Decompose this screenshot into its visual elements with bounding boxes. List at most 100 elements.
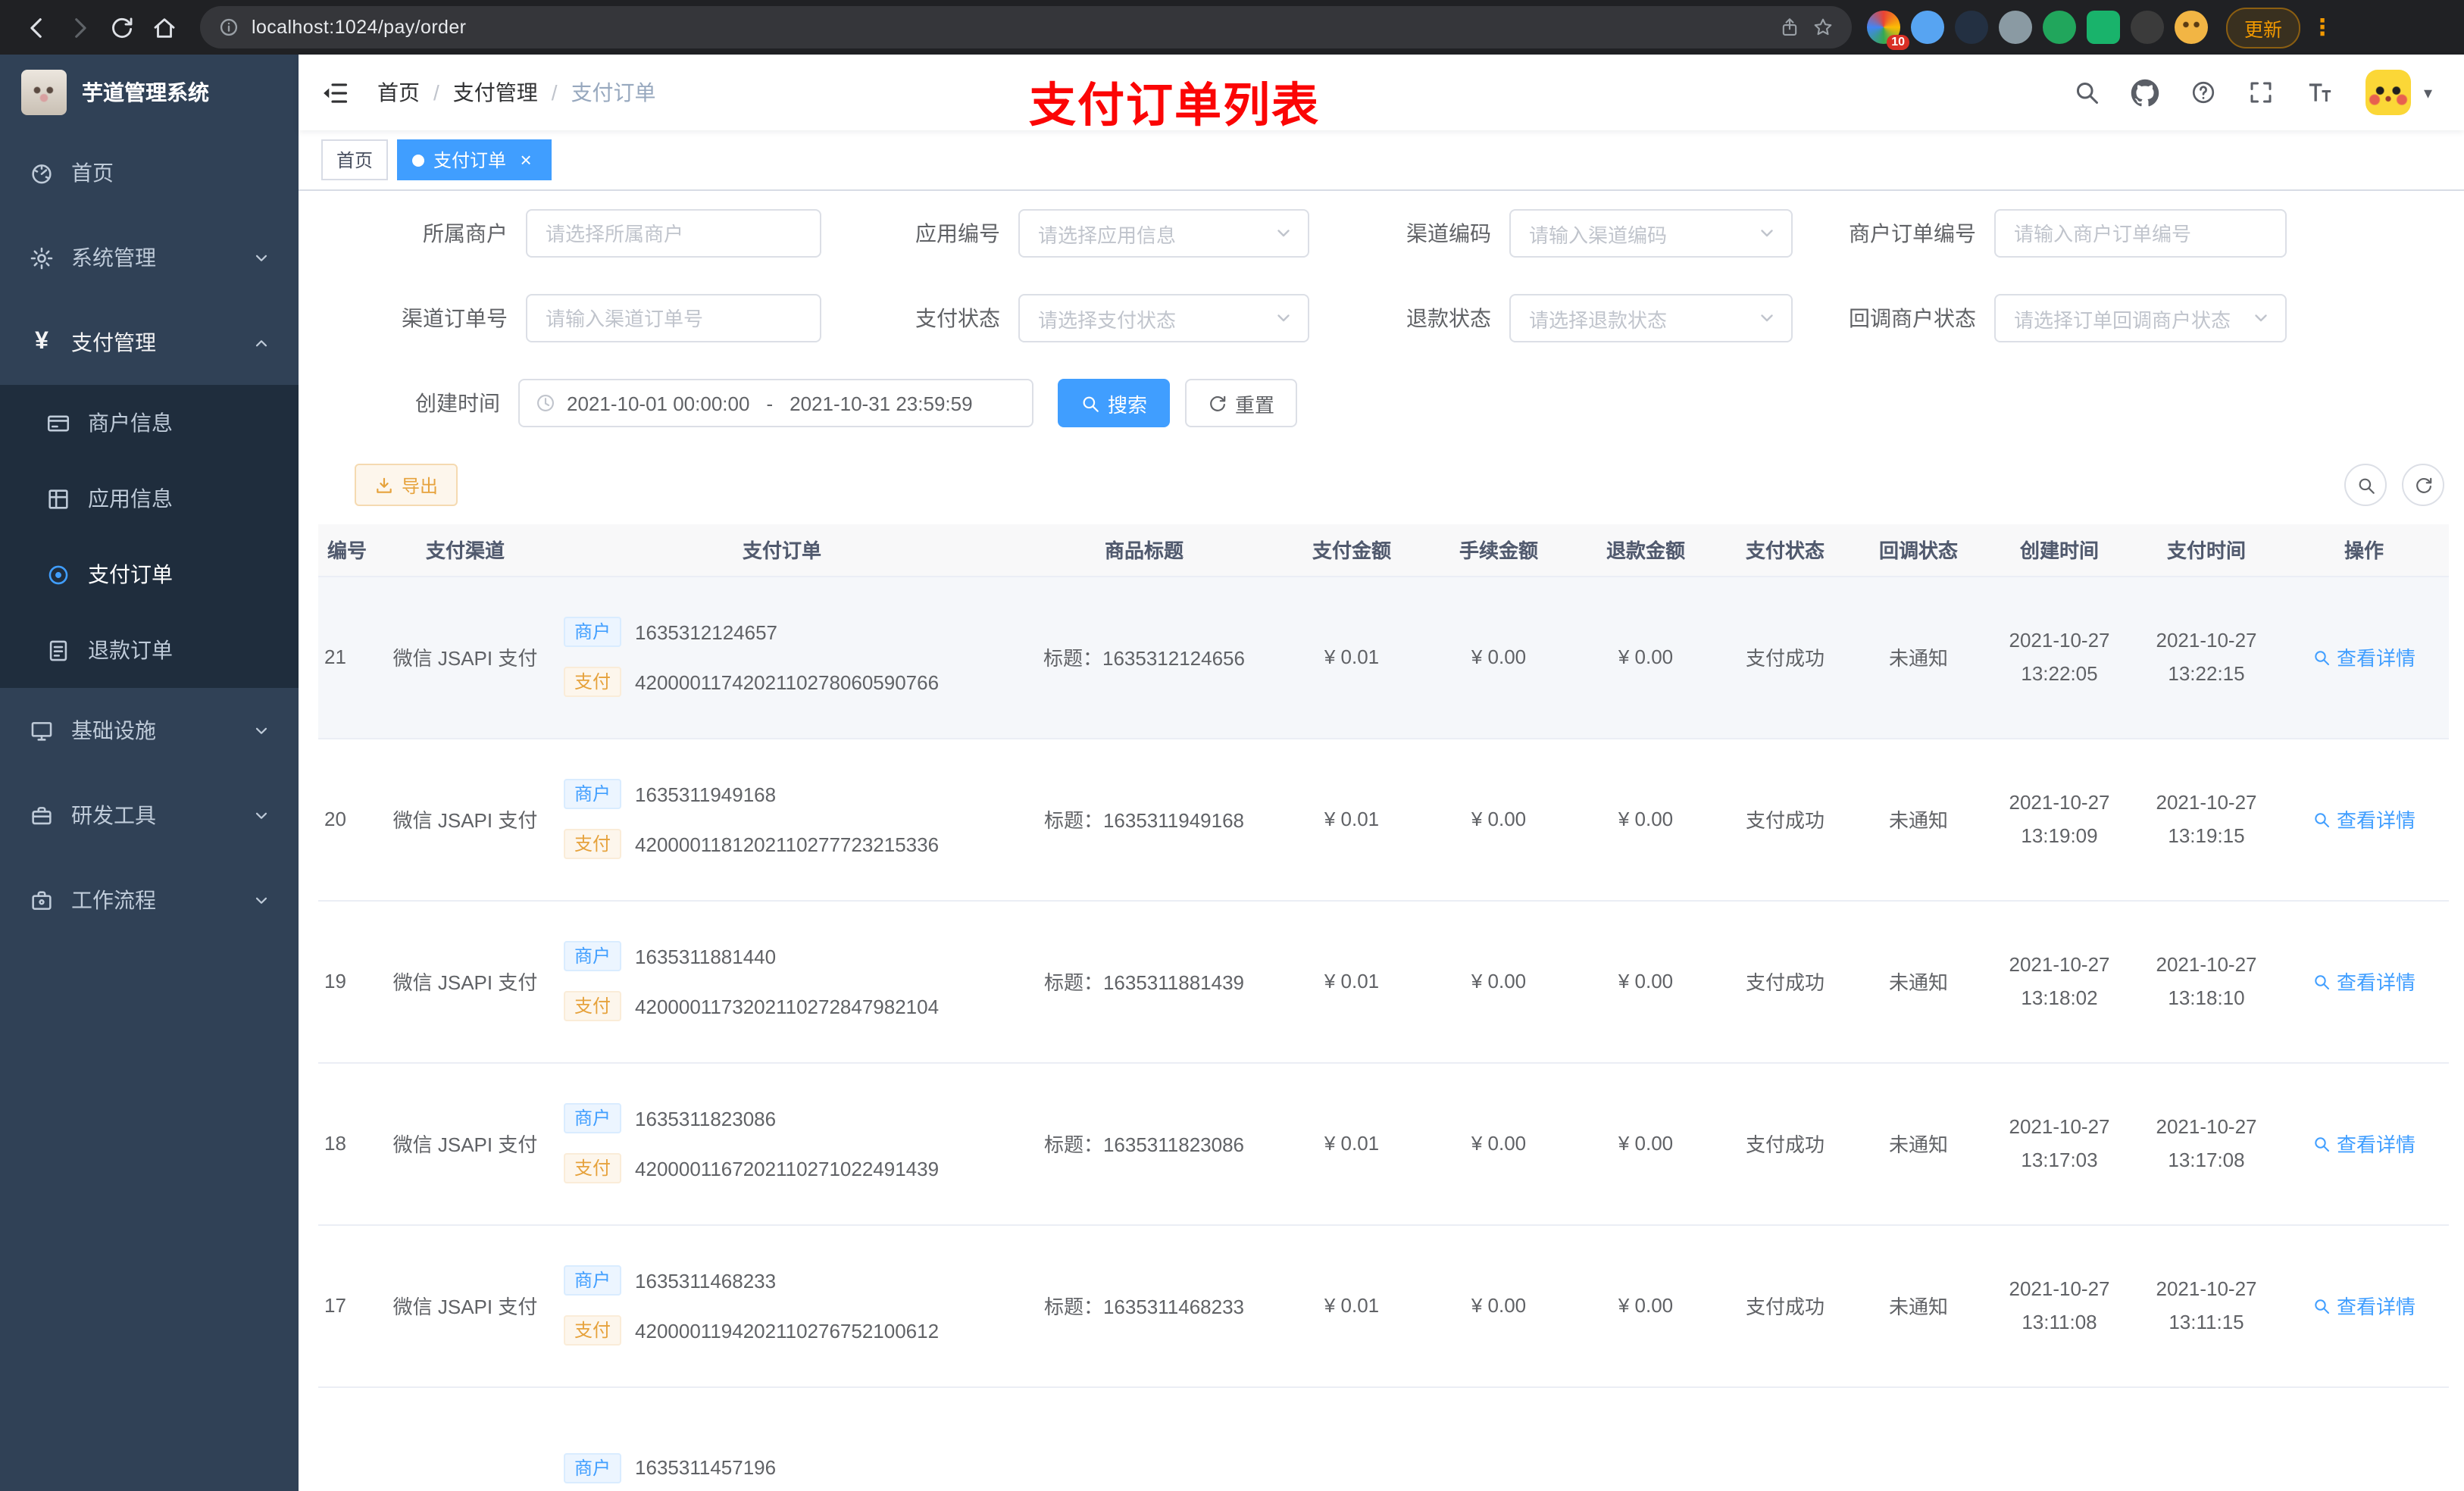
reset-button[interactable]: 重置 <box>1185 379 1298 427</box>
search-button[interactable]: 搜索 <box>1058 379 1171 427</box>
share-icon[interactable] <box>1779 17 1800 38</box>
sidebar-item-refund-order[interactable]: 退款订单 <box>0 612 299 688</box>
chrome-update-button[interactable]: 更新 <box>2226 7 2301 48</box>
view-detail-link[interactable]: 查看详情 <box>2312 1291 2416 1320</box>
fee-amount-cell <box>1424 1386 1573 1491</box>
browser-toolbar: localhost:1024/pay/order 10 更新 ⋮ <box>0 0 2464 55</box>
address-bar[interactable]: localhost:1024/pay/order <box>200 6 1852 48</box>
github-icon[interactable] <box>2131 78 2160 107</box>
fullscreen-icon[interactable] <box>2248 79 2275 106</box>
home-button[interactable] <box>142 6 185 48</box>
sidebar-logo[interactable]: 芋道管理系统 <box>0 55 299 130</box>
bookmark-star-icon[interactable] <box>1812 17 1834 38</box>
order-id-cell: 19 <box>318 900 376 1063</box>
sidebar-item-system[interactable]: 系统管理 <box>0 215 299 300</box>
close-icon[interactable]: × <box>515 149 536 170</box>
browser-menu-icon[interactable]: ⋮ <box>2311 14 2334 41</box>
product-title-cell <box>1009 1386 1279 1491</box>
pay-status-select[interactable]: 请选择支付状态 <box>1018 294 1309 342</box>
page-content: 所属商户 应用编号 请选择应用信息 渠道编码 请输入渠道编码 商户订单编号 <box>299 191 2464 1491</box>
font-size-icon[interactable] <box>2306 77 2336 108</box>
merchant-order-no-input[interactable] <box>1994 209 2287 258</box>
channel-code-label: 渠道编码 <box>1406 221 1491 245</box>
pay-tag: 支付 <box>564 1153 622 1183</box>
table-row: 商户 1635311457196 支付 <box>318 1386 2449 1491</box>
notify-status-label: 回调商户状态 <box>1849 306 1976 330</box>
pay-order-no: 4200001174202110278060590766 <box>635 670 940 693</box>
pay-order-no: 4200001173202110272847982104 <box>635 995 940 1017</box>
magnifier-icon <box>2312 1134 2331 1152</box>
sidebar-fold-icon[interactable] <box>321 78 350 107</box>
extension-icon-5[interactable] <box>2043 11 2076 44</box>
sidebar-item-label: 首页 <box>71 161 114 185</box>
merchant-input[interactable] <box>526 209 821 258</box>
merchant-order-line: 商户 1635311881440 <box>564 941 1000 971</box>
pay-order-no: 4200001167202110271022491439 <box>635 1157 940 1180</box>
pay-order-cell: 商户 1635312124657 支付 42000011742021102780… <box>555 576 1009 739</box>
pay-channel-cell: 微信 JSAPI 支付 <box>376 738 555 901</box>
view-detail-link[interactable]: 查看详情 <box>2312 642 2416 671</box>
sidebar-item-label: 退款订单 <box>88 638 173 662</box>
extension-icon-8[interactable] <box>2175 11 2208 44</box>
pay-amount-cell: ¥ 0.01 <box>1279 1224 1424 1387</box>
actions-cell: 查看详情 <box>2279 738 2449 901</box>
sidebar-item-home[interactable]: 首页 <box>0 130 299 215</box>
merchant-order-no: 1635311823086 <box>635 1107 777 1130</box>
sidebar-item-merchant-info[interactable]: 商户信息 <box>0 385 299 461</box>
forward-button[interactable] <box>58 6 100 48</box>
channel-code-select[interactable]: 请输入渠道编码 <box>1509 209 1793 258</box>
sidebar-item-infra[interactable]: 基础设施 <box>0 688 299 773</box>
channel-order-no-input[interactable] <box>526 294 821 342</box>
extension-icon-6[interactable] <box>2087 11 2120 44</box>
pay-amount-cell: ¥ 0.01 <box>1279 738 1424 901</box>
app-select[interactable]: 请选择应用信息 <box>1018 209 1309 258</box>
pay-status-placeholder: 请选择支付状态 <box>1038 308 1177 331</box>
view-detail-link[interactable]: 查看详情 <box>2312 805 2416 833</box>
site-info-icon[interactable] <box>218 17 239 38</box>
refund-amount-cell: ¥ 0.00 <box>1573 1062 1718 1225</box>
filter-row-2: 渠道订单号 支付状态 请选择支付状态 退款状态 请选择退款状态 回调商户状态 请… <box>318 294 2444 342</box>
sidebar-item-label: 商户信息 <box>88 411 173 435</box>
sidebar-item-pay[interactable]: ¥ 支付管理 <box>0 300 299 385</box>
range-start-value: 2021-10-01 00:00:00 <box>567 392 750 414</box>
refund-status-select[interactable]: 请选择退款状态 <box>1509 294 1793 342</box>
extension-icon-7[interactable] <box>2131 11 2164 44</box>
actions-cell: 查看详情 <box>2279 900 2449 1063</box>
extension-badge: 10 <box>1887 35 1909 50</box>
pay-tag: 支付 <box>564 829 622 859</box>
table-row: 17 微信 JSAPI 支付 商户 1635311468233 支付 42000… <box>318 1224 2449 1387</box>
sidebar-item-app-info[interactable]: 应用信息 <box>0 461 299 536</box>
chevron-down-icon <box>1758 309 1776 327</box>
reload-button[interactable] <box>100 6 142 48</box>
user-avatar[interactable] <box>2366 70 2412 115</box>
create-time-range-picker[interactable]: 2021-10-01 00:00:00 - 2021-10-31 23:59:5… <box>518 379 1033 427</box>
breadcrumb-pay-management: 支付管理 <box>452 80 538 105</box>
tab-home[interactable]: 首页 <box>321 139 389 180</box>
sidebar-item-devtools[interactable]: 研发工具 <box>0 773 299 858</box>
sidebar-item-workflow[interactable]: 工作流程 <box>0 858 299 942</box>
pay-status-cell: 支付成功 <box>1718 576 1852 739</box>
view-detail-link[interactable]: 查看详情 <box>2312 967 2416 996</box>
tab-pay-order[interactable]: 支付订单 × <box>397 139 552 180</box>
view-detail-link[interactable]: 查看详情 <box>2312 1129 2416 1158</box>
refresh-table-button[interactable] <box>2402 464 2444 506</box>
view-detail-label: 查看详情 <box>2336 971 2416 994</box>
search-icon[interactable] <box>2074 79 2101 106</box>
help-icon[interactable] <box>2190 79 2218 106</box>
extension-icon-2[interactable] <box>1911 11 1944 44</box>
breadcrumb-home[interactable]: 首页 <box>377 77 420 108</box>
navbar-actions: ▾ <box>2074 70 2432 115</box>
notify-status-cell: 未通知 <box>1852 1224 1985 1387</box>
extension-icon-3[interactable] <box>1955 11 1988 44</box>
back-button[interactable] <box>15 6 58 48</box>
extension-icon-4[interactable] <box>1999 11 2032 44</box>
back-icon <box>23 14 49 40</box>
user-caret-icon[interactable]: ▾ <box>2424 83 2432 102</box>
sidebar-item-pay-order[interactable]: 支付订单 <box>0 536 299 612</box>
toggle-search-button[interactable] <box>2344 464 2387 506</box>
navbar: 首页 / 支付管理 / 支付订单 ▾ <box>299 55 2464 130</box>
export-button[interactable]: 导出 <box>355 464 458 506</box>
extension-icon-1[interactable]: 10 <box>1867 11 1909 50</box>
refund-status-label: 退款状态 <box>1406 306 1491 330</box>
notify-status-select[interactable]: 请选择订单回调商户状态 <box>1994 294 2287 342</box>
